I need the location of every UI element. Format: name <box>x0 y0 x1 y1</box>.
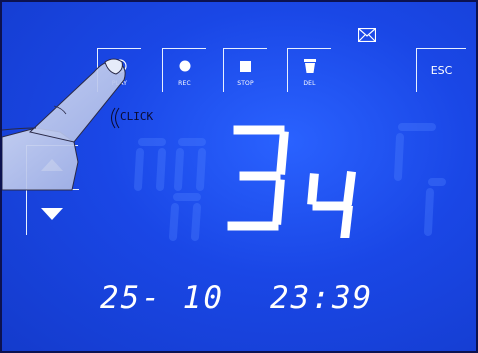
main-value-display: 34 <box>224 118 359 238</box>
stop-label: STOP <box>237 80 254 87</box>
record-icon <box>179 55 191 77</box>
seven-segment-digits <box>227 125 357 238</box>
play-icon <box>112 55 127 77</box>
stop-icon <box>240 55 251 77</box>
main-value-text: 34 <box>224 118 225 119</box>
play-label: PLAY <box>111 80 128 87</box>
arrow-up-icon[interactable] <box>41 159 63 171</box>
click-label: CLICK <box>120 110 154 123</box>
lcd-screen: PLAY REC STOP DEL ESC 34 <box>0 0 478 353</box>
rec-label: REC <box>178 80 191 87</box>
del-label: DEL <box>303 80 316 87</box>
rec-button[interactable]: REC <box>162 48 206 92</box>
trash-icon <box>303 55 316 77</box>
play-button[interactable]: PLAY <box>97 48 141 92</box>
esc-button[interactable]: ESC <box>416 48 466 92</box>
del-button[interactable]: DEL <box>287 48 331 92</box>
arrow-panel <box>26 145 79 235</box>
arrow-divider <box>27 189 79 190</box>
envelope-icon <box>358 28 376 42</box>
date-display: 25- 10 <box>100 280 224 316</box>
time-display: 23:39 <box>270 280 374 316</box>
stop-button[interactable]: STOP <box>223 48 267 92</box>
arrow-down-icon[interactable] <box>41 208 63 220</box>
click-waves-icon <box>111 107 120 129</box>
